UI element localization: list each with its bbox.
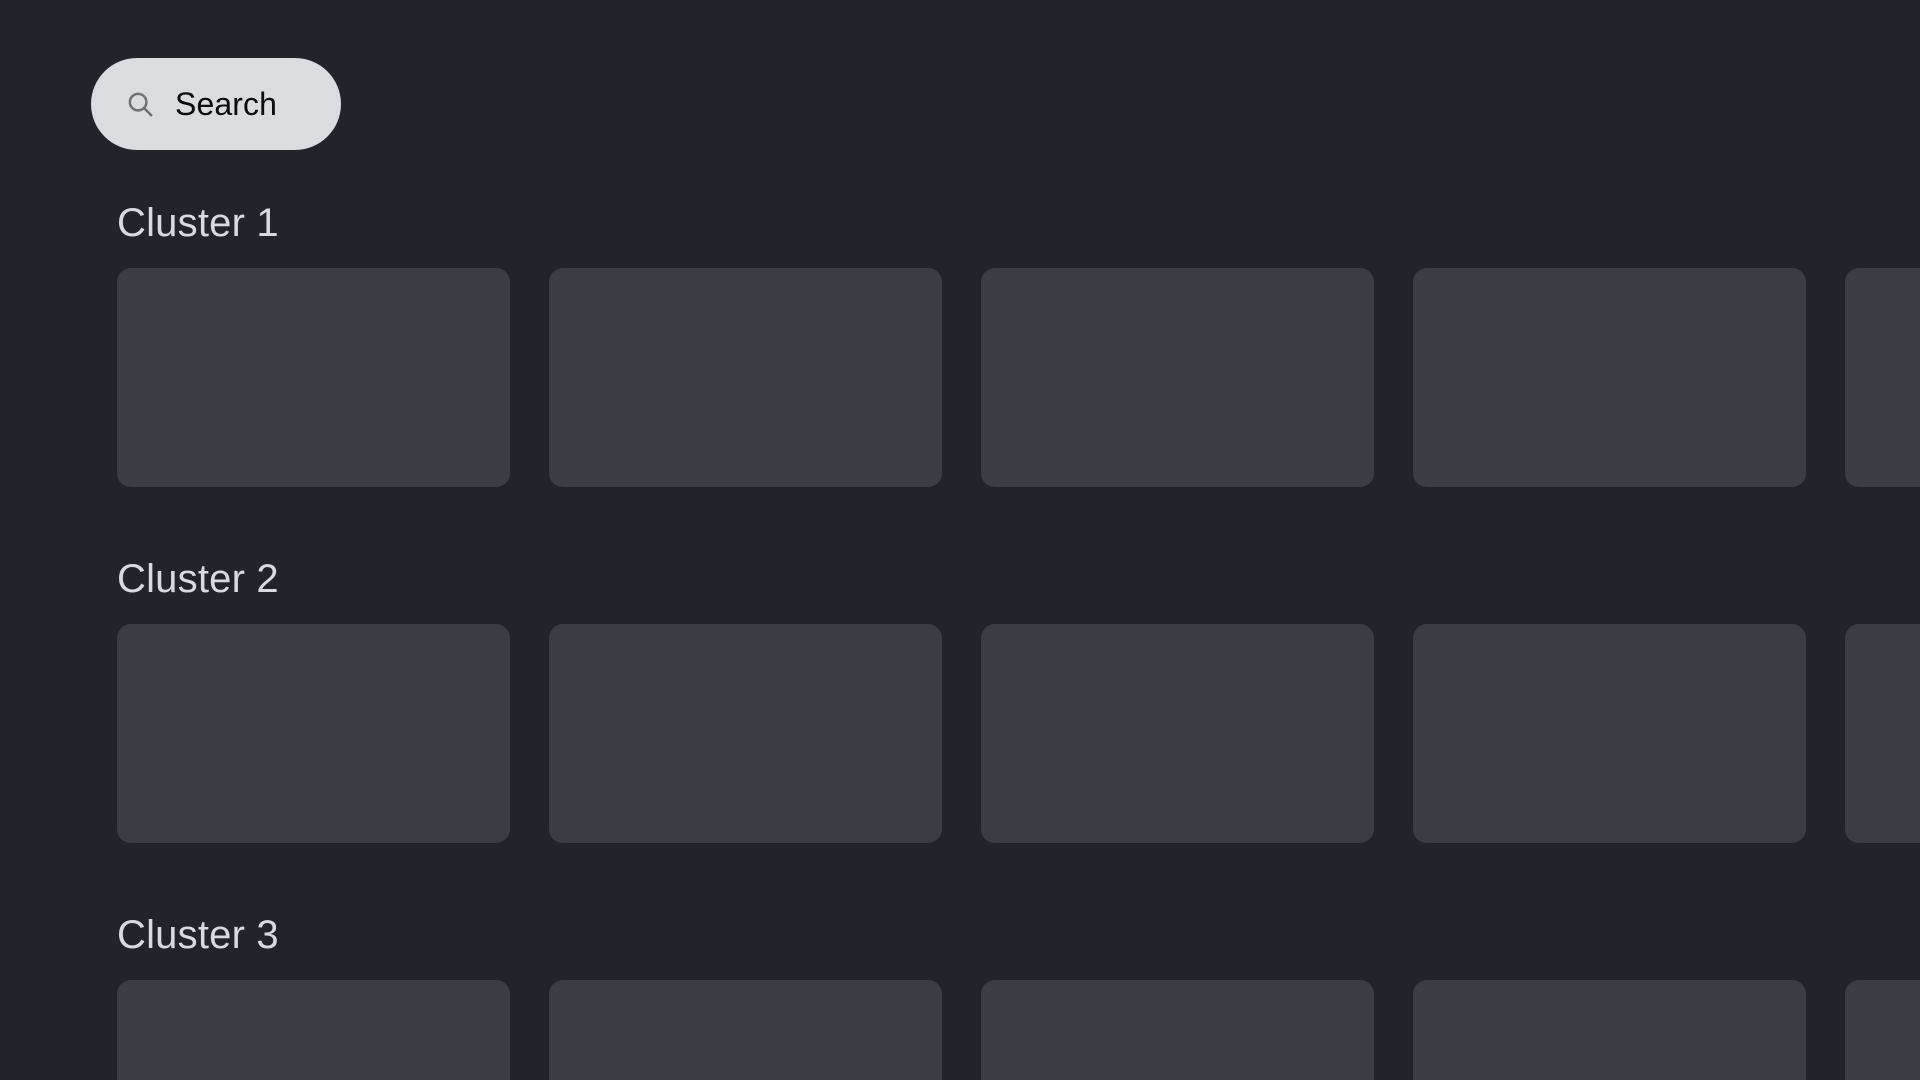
cluster-card[interactable] bbox=[981, 980, 1374, 1080]
cluster-row[interactable] bbox=[0, 268, 1920, 487]
cluster-row[interactable] bbox=[0, 980, 1920, 1080]
cluster-card[interactable] bbox=[981, 624, 1374, 843]
cluster-row[interactable] bbox=[0, 624, 1920, 843]
cluster-title: Cluster 1 bbox=[117, 201, 279, 245]
search-input[interactable]: Search bbox=[91, 58, 341, 150]
cluster-card[interactable] bbox=[1845, 624, 1920, 843]
cluster-card[interactable] bbox=[1845, 268, 1920, 487]
cluster-card[interactable] bbox=[1413, 624, 1806, 843]
cluster-section-3: Cluster 3 bbox=[0, 912, 1920, 1080]
cluster-card[interactable] bbox=[117, 624, 510, 843]
cluster-card[interactable] bbox=[117, 268, 510, 487]
cluster-list: Cluster 1 Cluster 2 Cluster 3 bbox=[0, 200, 1920, 1080]
cluster-card[interactable] bbox=[117, 980, 510, 1080]
cluster-title: Cluster 2 bbox=[117, 557, 279, 601]
cluster-card[interactable] bbox=[1845, 980, 1920, 1080]
cluster-card[interactable] bbox=[1413, 268, 1806, 487]
search-icon bbox=[125, 89, 155, 119]
cluster-card[interactable] bbox=[981, 268, 1374, 487]
cluster-title: Cluster 3 bbox=[117, 913, 279, 957]
cluster-card[interactable] bbox=[549, 980, 942, 1080]
cluster-section-1: Cluster 1 bbox=[0, 200, 1920, 487]
cluster-card[interactable] bbox=[549, 624, 942, 843]
cluster-card[interactable] bbox=[1413, 980, 1806, 1080]
cluster-section-2: Cluster 2 bbox=[0, 556, 1920, 843]
app-root: Search Cluster 1 Cluster 2 Cluster 3 bbox=[0, 0, 1920, 1080]
cluster-card[interactable] bbox=[549, 268, 942, 487]
search-label: Search bbox=[175, 86, 277, 122]
